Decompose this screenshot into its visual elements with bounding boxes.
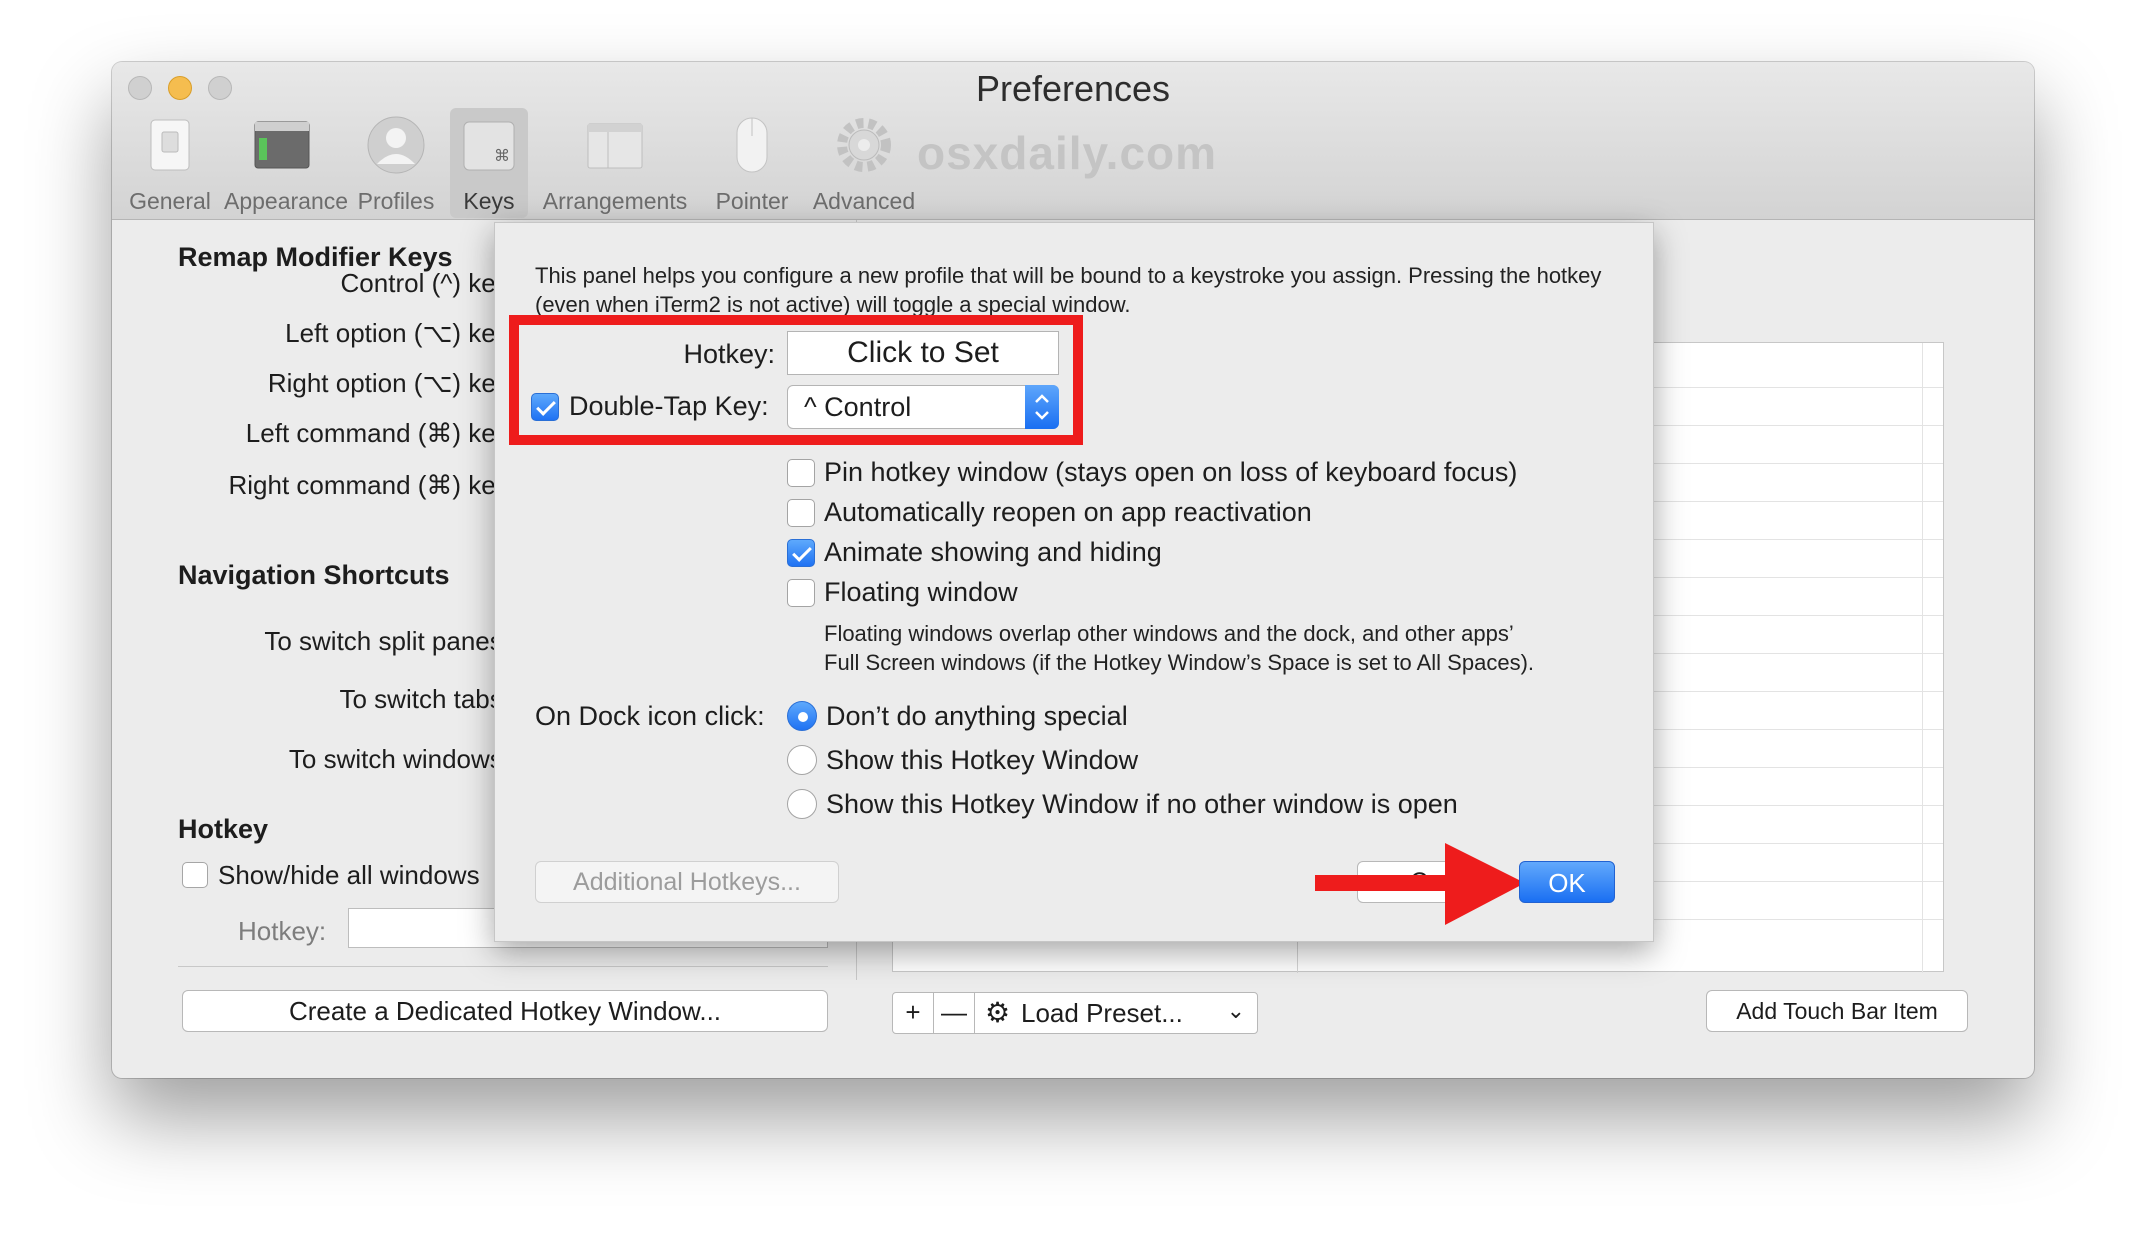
tab-label: Pointer bbox=[715, 188, 789, 214]
watermark: osxdaily.com bbox=[917, 127, 1218, 179]
pin-hotkey-checkbox[interactable] bbox=[787, 459, 815, 487]
option-label: Pin hotkey window (stays open on loss of… bbox=[824, 457, 1518, 487]
tab-advanced[interactable]: Advanced bbox=[804, 108, 924, 218]
sheet-description: This panel helps you configure a new pro… bbox=[535, 263, 1602, 317]
tab-arrangements[interactable]: Arrangements bbox=[538, 108, 692, 218]
create-hotkey-window-button[interactable]: Create a Dedicated Hotkey Window... bbox=[182, 990, 828, 1032]
tab-profiles[interactable]: Profiles bbox=[346, 108, 446, 218]
tab-label: Arrangements bbox=[542, 188, 688, 214]
remap-label: Right option (⌥) key: bbox=[267, 368, 516, 398]
highlight-box bbox=[509, 315, 1083, 445]
chevron-down-icon: ⌄ bbox=[1226, 998, 1245, 1023]
dock-option-label: Show this Hotkey Window if no other wind… bbox=[826, 789, 1458, 819]
gear-icon bbox=[837, 118, 891, 172]
navigation-label: To switch windows: bbox=[288, 744, 510, 774]
dock-radio-show[interactable] bbox=[787, 745, 817, 775]
person-icon bbox=[367, 116, 425, 174]
window-title: Preferences bbox=[975, 68, 1171, 109]
tab-pointer[interactable]: Pointer bbox=[702, 108, 802, 218]
tab-keys[interactable]: ⌘ Keys bbox=[450, 108, 528, 218]
floating-note: Floating windows overlap other windows a… bbox=[824, 619, 1534, 677]
navigation-label: To switch tabs: bbox=[339, 684, 510, 714]
option-label: Automatically reopen on app reactivation bbox=[824, 497, 1312, 527]
remap-label: Left command (⌘) key: bbox=[245, 418, 516, 448]
tab-label: Keys bbox=[463, 188, 515, 214]
tab-appearance[interactable]: Appearance bbox=[224, 108, 349, 218]
tab-label: Appearance bbox=[224, 188, 349, 214]
remove-mapping-button[interactable]: — bbox=[933, 992, 975, 1034]
remap-label: Right command (⌘) key: bbox=[228, 470, 516, 500]
tab-label: General bbox=[129, 188, 211, 214]
gear-icon: ⚙ bbox=[985, 997, 1011, 1028]
option-label: Animate showing and hiding bbox=[824, 537, 1162, 567]
tab-label: Profiles bbox=[357, 188, 435, 214]
load-preset-button[interactable]: ⚙ Load Preset... ⌄ bbox=[974, 992, 1258, 1034]
remap-label: Left option (⌥) key: bbox=[285, 318, 516, 348]
dock-click-label: On Dock icon click: bbox=[535, 701, 765, 731]
command-key-icon: ⌘ bbox=[463, 121, 515, 171]
switch-icon bbox=[150, 119, 190, 171]
dock-radio-show-if-none[interactable] bbox=[787, 789, 817, 819]
floating-note-line: Floating windows overlap other windows a… bbox=[824, 621, 1514, 646]
additional-hotkeys-button[interactable]: Additional Hotkeys... bbox=[535, 861, 839, 903]
dock-option-label: Show this Hotkey Window bbox=[826, 745, 1139, 775]
add-mapping-button[interactable]: + bbox=[892, 992, 934, 1034]
ok-button[interactable]: OK bbox=[1519, 861, 1615, 903]
window-icon bbox=[254, 121, 310, 169]
auto-reopen-checkbox[interactable] bbox=[787, 499, 815, 527]
hotkey-window-sheet: This panel helps you configure a new pro… bbox=[494, 222, 1654, 942]
option-label: Floating window bbox=[824, 577, 1018, 607]
floating-window-checkbox[interactable] bbox=[787, 579, 815, 607]
dock-option-label: Don’t do anything special bbox=[826, 701, 1128, 731]
floating-note-line: Full Screen windows (if the Hotkey Windo… bbox=[824, 650, 1535, 675]
divider bbox=[178, 966, 828, 967]
navigation-heading: Navigation Shortcuts bbox=[178, 560, 450, 590]
tab-label: Advanced bbox=[812, 188, 916, 214]
load-preset-label: Load Preset... bbox=[1021, 998, 1183, 1028]
navigation-label: To switch split panes: bbox=[264, 626, 510, 656]
dock-radio-nothing[interactable] bbox=[787, 701, 817, 731]
svg-text:⌘: ⌘ bbox=[494, 146, 510, 165]
red-arrow-annotation bbox=[1315, 843, 1525, 925]
animate-checkbox[interactable] bbox=[787, 539, 815, 567]
titlebar: Preferences osxdaily.com General Appeara… bbox=[112, 62, 2034, 220]
mouse-icon bbox=[736, 117, 768, 173]
hotkey-heading: Hotkey bbox=[178, 814, 269, 844]
show-hide-checkbox[interactable] bbox=[182, 862, 208, 888]
scroll-track[interactable] bbox=[1922, 343, 1923, 973]
tab-general[interactable]: General bbox=[122, 108, 218, 218]
add-touch-bar-item-button[interactable]: Add Touch Bar Item bbox=[1706, 990, 1968, 1032]
windows-icon bbox=[587, 123, 643, 169]
show-hide-label: Show/hide all windows bbox=[218, 860, 480, 890]
hotkey-label: Hotkey: bbox=[238, 916, 327, 946]
remap-label: Control (^) key: bbox=[340, 268, 516, 298]
